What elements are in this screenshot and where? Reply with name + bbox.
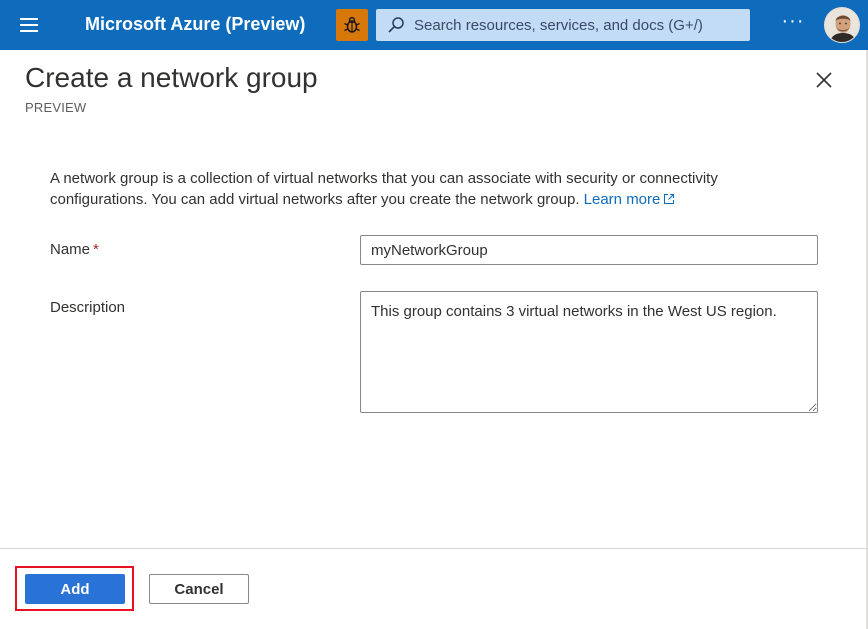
close-icon bbox=[816, 72, 832, 88]
add-button[interactable]: Add bbox=[25, 574, 125, 604]
top-navigation-bar: Microsoft Azure (Preview) ··· bbox=[0, 0, 868, 50]
user-avatar[interactable] bbox=[824, 7, 860, 43]
learn-more-link[interactable]: Learn more bbox=[584, 191, 676, 208]
name-field-label: Name * bbox=[50, 241, 99, 258]
panel-title: Create a network group bbox=[25, 62, 318, 93]
description-textarea[interactable]: This group contains 3 virtual networks i… bbox=[360, 291, 818, 413]
cancel-button[interactable]: Cancel bbox=[149, 574, 249, 604]
learn-more-label: Learn more bbox=[583, 191, 661, 208]
more-options-button[interactable]: ··· bbox=[780, 11, 806, 37]
name-input[interactable] bbox=[360, 235, 818, 265]
global-search-box[interactable] bbox=[376, 9, 750, 41]
portal-brand-title[interactable]: Microsoft Azure (Preview) bbox=[85, 14, 305, 35]
name-label-text: Name bbox=[50, 241, 91, 258]
bug-icon bbox=[344, 16, 360, 33]
report-bug-button[interactable] bbox=[336, 9, 368, 41]
footer-divider bbox=[0, 548, 868, 549]
required-marker: * bbox=[93, 241, 99, 258]
description-field-label: Description bbox=[50, 299, 126, 316]
close-button[interactable] bbox=[812, 68, 836, 92]
external-link-icon bbox=[664, 193, 675, 205]
search-icon bbox=[386, 15, 406, 35]
hamburger-menu-icon[interactable] bbox=[18, 14, 40, 36]
panel-subtitle: PREVIEW bbox=[25, 100, 87, 115]
intro-description: A network group is a collection of virtu… bbox=[50, 168, 810, 210]
search-input[interactable] bbox=[414, 16, 734, 34]
